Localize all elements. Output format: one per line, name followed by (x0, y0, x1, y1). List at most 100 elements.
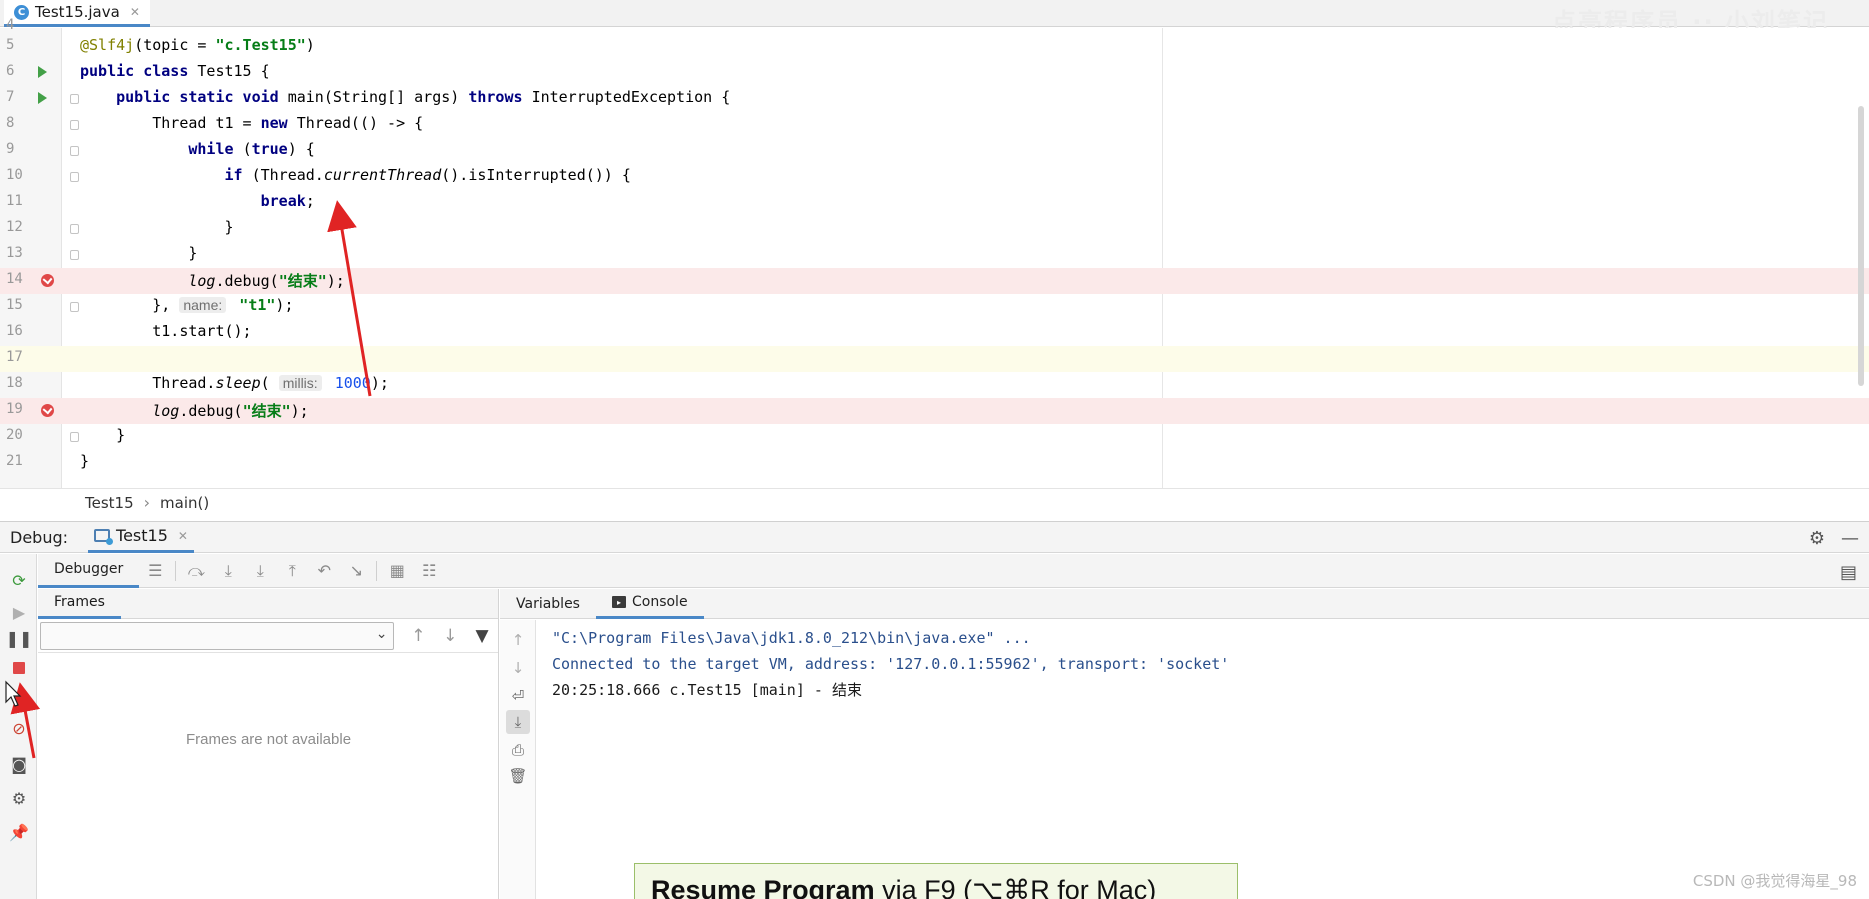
fold-marker-icon[interactable] (70, 432, 79, 442)
layout-settings-icon[interactable]: ▤ (1840, 562, 1857, 583)
chevron-down-icon: ⌄ (375, 625, 388, 642)
frames-empty-message: Frames are not available (185, 731, 352, 748)
code-line: 16 t1.start(); (6, 322, 252, 340)
print-icon[interactable]: ⎙ (506, 738, 530, 762)
parameter-hint: name: (179, 297, 227, 313)
gear-icon[interactable]: ⚙ (1809, 528, 1825, 549)
breadcrumb-method[interactable]: main() (160, 494, 209, 512)
arrow-down-icon[interactable]: ↓ (506, 656, 530, 680)
pause-icon[interactable]: ❚❚ (6, 626, 33, 650)
rerun-icon[interactable]: ⟳ (7, 568, 31, 592)
run-to-cursor-icon[interactable]: ↘ (340, 561, 372, 580)
trash-icon[interactable]: 🗑 (506, 764, 530, 788)
run-icon[interactable] (38, 92, 47, 104)
tab-debugger[interactable]: Debugger (38, 554, 140, 588)
arrow-down-icon[interactable]: ↓ (434, 626, 466, 646)
code-line: 12 } (6, 218, 234, 236)
code-text: @Slf4j(topic = "c.Test15") (80, 36, 315, 54)
fold-marker-icon[interactable] (70, 146, 79, 156)
breadcrumb-class[interactable]: Test15 (85, 494, 134, 512)
breakpoint-icon[interactable] (41, 404, 54, 417)
console-label: Console (631, 594, 688, 610)
frames-toolbar: ⌄ ↑ ↓ ▼ (38, 619, 498, 653)
console-panel: Variables ▸ Console ↑ ↓ ⏎ ⤓ ⎙ 🗑 "C:\Prog… (500, 589, 1869, 899)
parameter-hint: millis: (278, 375, 322, 391)
code-text: if (Thread.currentThread().isInterrupted… (224, 166, 631, 184)
show-execution-point-icon[interactable]: ☰ (139, 561, 171, 580)
code-line: 6 public class Test15 { (6, 62, 270, 80)
console-header: Variables ▸ Console (500, 589, 1869, 619)
fold-marker-icon[interactable] (70, 172, 79, 182)
camera-icon[interactable]: ◙ (7, 752, 31, 776)
drop-frame-icon[interactable]: ↶ (308, 561, 340, 580)
code-line: 5 @Slf4j(topic = "c.Test15") (6, 36, 315, 54)
soft-wrap-icon[interactable]: ⏎ (506, 684, 530, 708)
toolbar-divider (376, 560, 378, 581)
code-text: } (80, 452, 90, 470)
stop-icon[interactable] (7, 656, 31, 680)
close-icon[interactable]: ✕ (178, 529, 188, 543)
scroll-to-end-icon[interactable]: ⤓ (506, 710, 530, 734)
step-out-icon[interactable]: ⤒ (276, 561, 308, 581)
code-line-breakpoint: 19 log.debug("结束"); (0, 398, 1869, 424)
code-text: public class Test15 { (80, 62, 270, 80)
code-text: log.debug("结束"); (152, 402, 309, 420)
code-line-breakpoint: 14 log.debug("结束"); (0, 268, 1869, 294)
view-breakpoints-icon[interactable] (7, 688, 31, 712)
code-line: 18 Thread.sleep( millis: 1000); (6, 374, 389, 392)
debugger-toolbar: Debugger ☰ ⤼ ⤓ ⤓ ⤒ ↶ ↘ ▦ ☷ ▤ (38, 554, 1869, 588)
console-line: Connected to the target VM, address: '12… (552, 655, 1230, 673)
code-line: 20 } (6, 426, 126, 444)
pin-icon[interactable]: 📌 (7, 820, 31, 844)
code-line: 8 Thread t1 = new Thread(() -> { (6, 114, 424, 132)
code-text: t1.start(); (80, 322, 252, 340)
console-side-toolbar: ↑ ↓ ⏎ ⤓ ⎙ 🗑 (500, 620, 536, 899)
debug-tool-window-header: Debug: Test15 ✕ ⚙ — (0, 521, 1869, 553)
fold-marker-icon[interactable] (70, 250, 79, 260)
console-line: "C:\Program Files\Java\jdk1.8.0_212\bin\… (552, 629, 1031, 647)
code-line: 13 } (6, 244, 198, 262)
editor-scrollbar[interactable] (1858, 106, 1864, 386)
debug-session-icon (94, 529, 114, 545)
fold-marker-icon[interactable] (70, 120, 79, 130)
code-text: } (80, 244, 198, 262)
code-text: break; (260, 192, 315, 210)
console-line: 20:25:18.666 c.Test15 [main] - 结束 (552, 681, 862, 699)
code-line-current: 17 (0, 346, 1869, 372)
debug-label: Debug: (10, 527, 69, 547)
arrow-up-icon[interactable]: ↑ (402, 626, 434, 646)
step-into-icon[interactable]: ⤓ (212, 561, 244, 581)
debug-vertical-toolbar: ⟳ ▶ ❚❚ ⊘ ◙ ⚙ 📌 (0, 554, 37, 899)
settings-icon[interactable]: ⚙ (7, 786, 31, 810)
code-text: } (80, 218, 234, 236)
tab-variables[interactable]: Variables (500, 589, 596, 619)
frames-panel: Frames ⌄ ↑ ↓ ▼ Frames are not available (38, 589, 499, 899)
code-line: 10 if (Thread.currentThread().isInterrup… (6, 166, 631, 184)
trace-icon[interactable]: ☷ (413, 561, 445, 580)
thread-selector[interactable]: ⌄ (40, 621, 395, 650)
tab-console[interactable]: ▸ Console (595, 589, 704, 619)
run-icon[interactable] (38, 66, 47, 78)
code-line: 21 } (6, 452, 90, 470)
minimize-icon[interactable]: — (1841, 528, 1859, 549)
frames-header: Frames (38, 589, 498, 619)
code-text: Thread.sleep( millis: 1000); (80, 374, 389, 392)
fold-marker-icon[interactable] (70, 302, 79, 312)
debug-session-tab[interactable]: Test15 ✕ (88, 521, 194, 553)
tab-frames[interactable]: Frames (38, 589, 121, 619)
evaluate-expression-icon[interactable]: ▦ (381, 561, 413, 580)
code-text: while (true) { (188, 140, 315, 158)
fold-marker-icon[interactable] (70, 94, 79, 104)
code-editor[interactable]: 4 5 @Slf4j(topic = "c.Test15") 6 public … (0, 17, 1869, 516)
breakpoint-icon[interactable] (41, 274, 54, 287)
variables-label: Variables (516, 595, 580, 612)
step-over-icon[interactable]: ⤼ (180, 561, 212, 581)
code-text: }, name: "t1"); (80, 296, 294, 314)
console-output[interactable]: "C:\Program Files\Java\jdk1.8.0_212\bin\… (552, 625, 1229, 703)
resume-program-icon[interactable]: ▶ (7, 600, 31, 624)
fold-marker-icon[interactable] (70, 224, 79, 234)
mute-breakpoints-icon[interactable]: ⊘ (7, 716, 31, 740)
arrow-up-icon[interactable]: ↑ (506, 628, 530, 652)
filter-icon[interactable]: ▼ (466, 626, 498, 646)
force-step-into-icon[interactable]: ⤓ (244, 561, 276, 581)
